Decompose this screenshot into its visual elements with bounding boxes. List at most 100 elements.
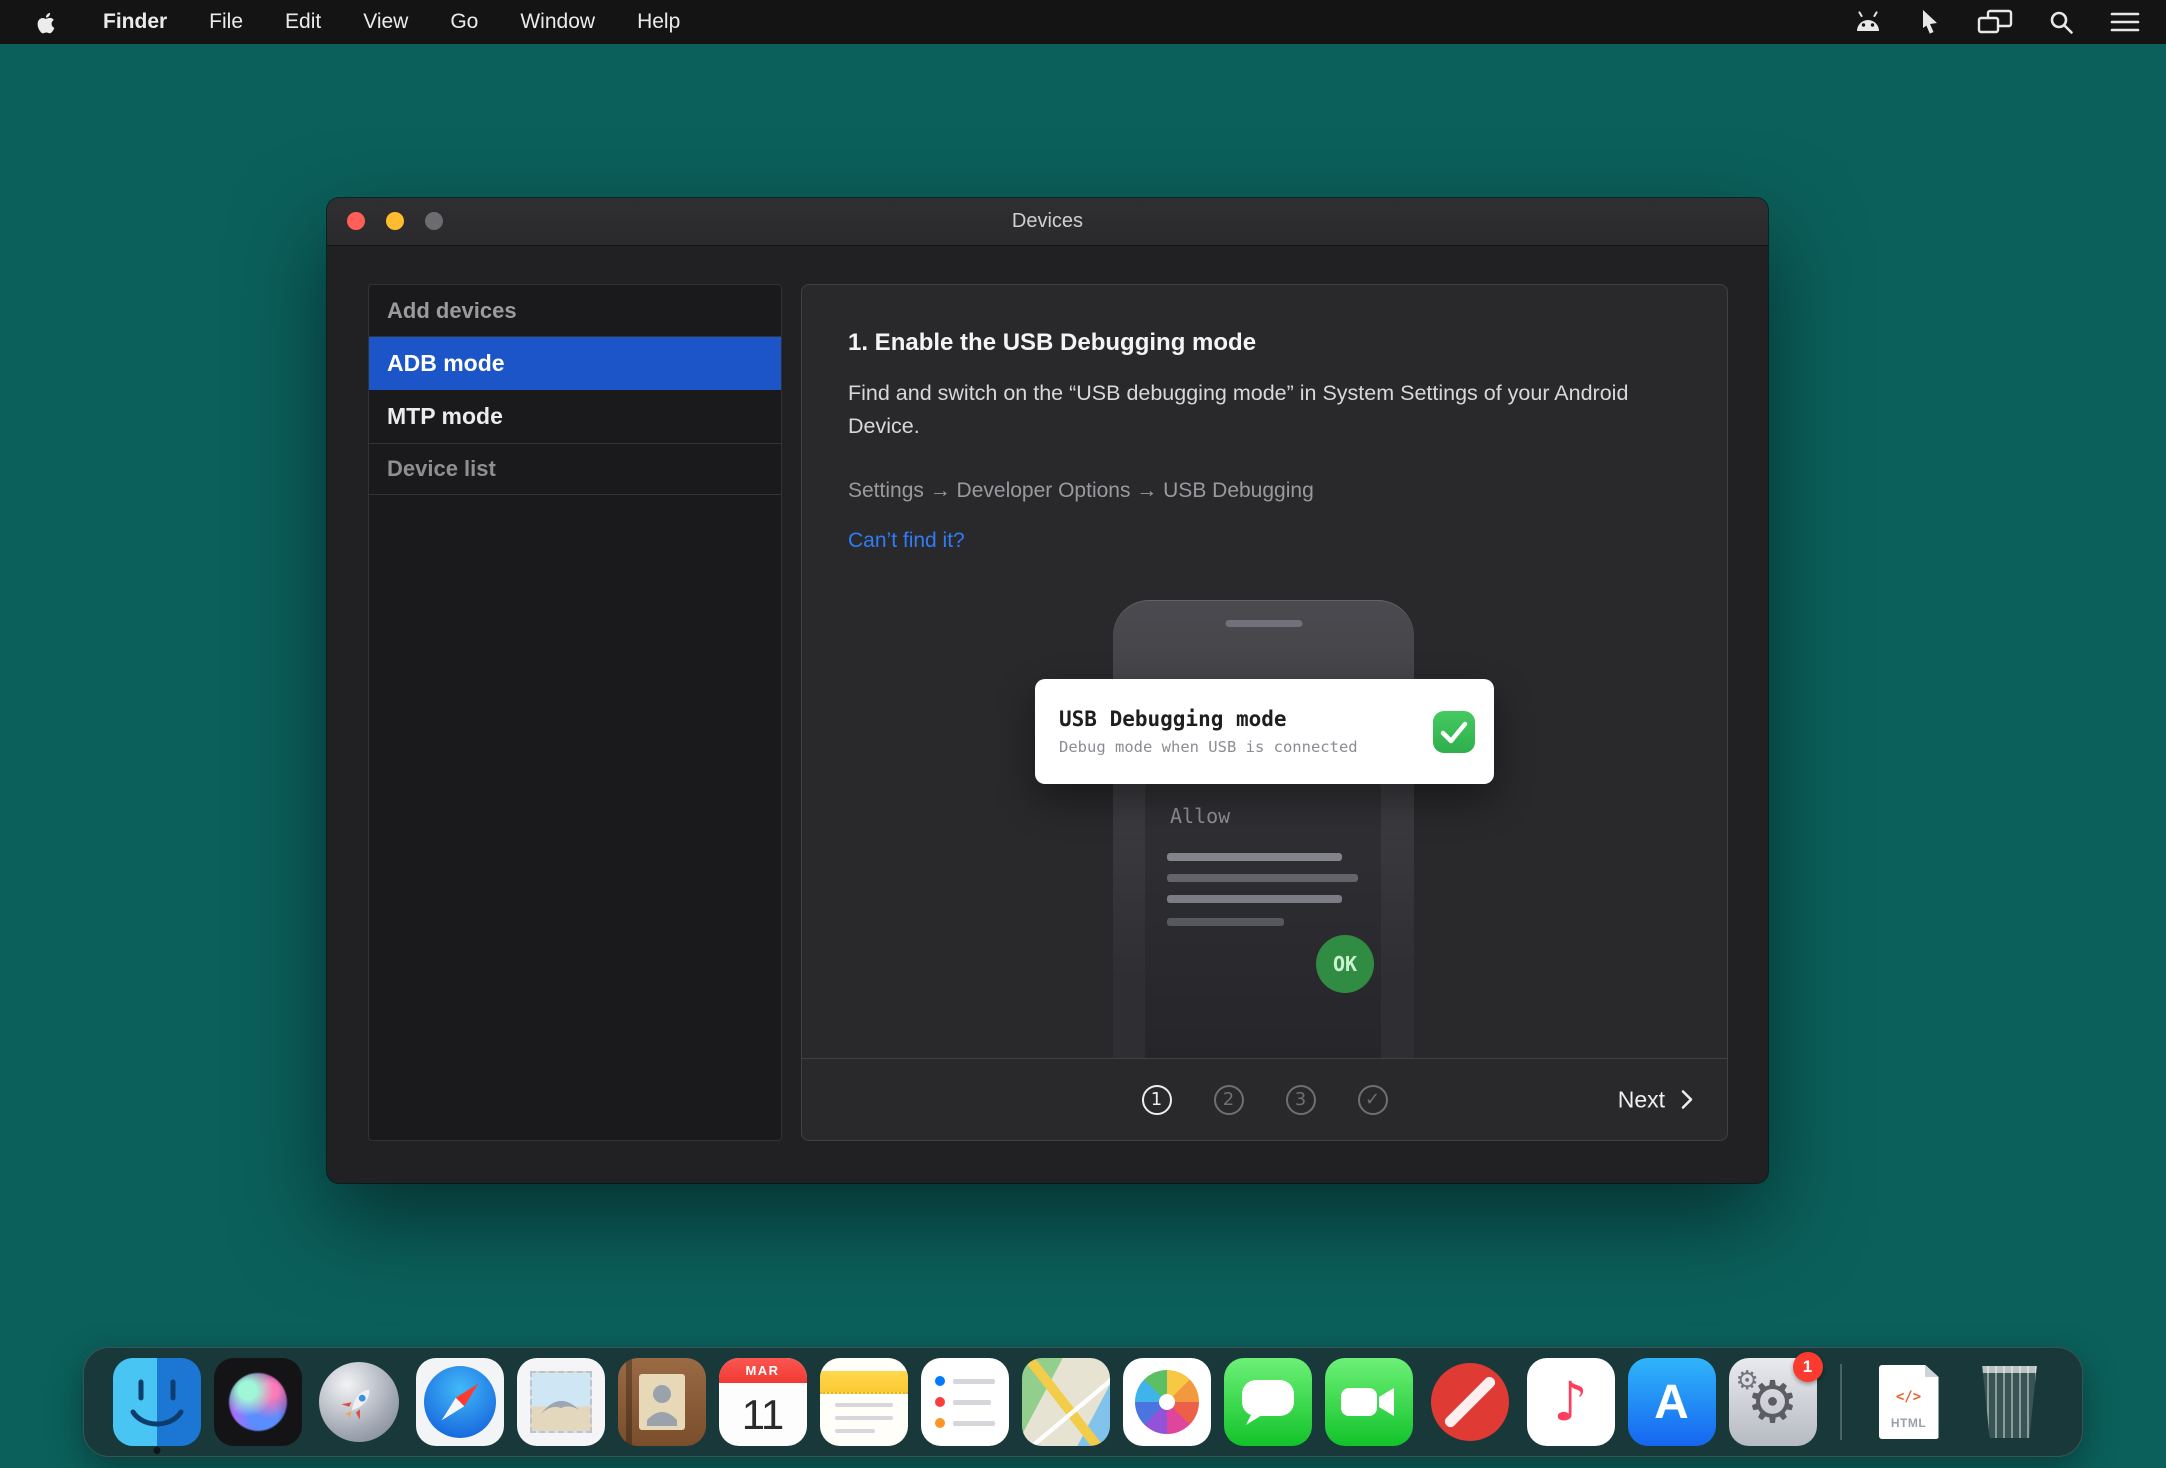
sidebar-item-mtp-mode[interactable]: MTP mode — [369, 390, 781, 444]
sidebar-item-device-list[interactable]: Device list — [369, 444, 781, 495]
android-icon[interactable] — [1853, 10, 1883, 34]
app-store-letter: A — [1654, 1375, 1689, 1430]
notification-center-icon[interactable] — [2110, 11, 2140, 33]
page-fold — [1925, 1365, 1939, 1377]
reminder-line — [953, 1400, 991, 1405]
popup-subtitle: Debug mode when USB is connected — [1059, 738, 1358, 756]
step-number: 1 — [1151, 1089, 1162, 1110]
dock-notes[interactable] — [820, 1358, 908, 1446]
dock-facetime[interactable] — [1325, 1358, 1413, 1446]
phone-illustration: Allow OK — [1113, 600, 1414, 1058]
skeleton-line — [1167, 895, 1342, 903]
notification-badge: 1 — [1793, 1352, 1823, 1382]
menu-item-file[interactable]: File — [188, 10, 264, 34]
skeleton-line — [1167, 853, 1342, 861]
running-indicator — [153, 1447, 160, 1454]
dock-reminders[interactable] — [921, 1358, 1009, 1446]
dock-launchpad[interactable] — [315, 1358, 403, 1446]
html-file-label: HTML — [1891, 1416, 1926, 1430]
window-titlebar[interactable]: Devices — [327, 198, 1768, 246]
dock-safari[interactable] — [416, 1358, 504, 1446]
step-description: Find and switch on the “USB debugging mo… — [848, 377, 1648, 443]
notes-header — [820, 1371, 908, 1394]
menu-item-edit[interactable]: Edit — [264, 10, 342, 34]
mail-icon — [517, 1358, 605, 1446]
siri-icon — [214, 1358, 302, 1446]
reminder-line — [953, 1421, 995, 1426]
checkbox-checked-icon — [1433, 711, 1475, 753]
siri-orb — [229, 1373, 287, 1431]
html-file-icon: </> HTML — [1879, 1365, 1939, 1439]
dock-messages[interactable] — [1224, 1358, 1312, 1446]
desktop: Finder File Edit View Go Window Help — [0, 0, 2166, 1468]
step-heading: 1. Enable the USB Debugging mode — [848, 329, 1256, 357]
content-area: 1. Enable the USB Debugging mode Find an… — [802, 285, 1727, 1058]
launchpad-icon — [319, 1362, 399, 1442]
dock-calendar[interactable]: MAR 11 — [719, 1358, 807, 1446]
dock-contacts[interactable] — [618, 1358, 706, 1446]
apple-menu[interactable] — [26, 11, 66, 34]
safari-compass — [424, 1366, 496, 1438]
step-indicator-1: 1 — [1142, 1085, 1172, 1115]
step-number: 2 — [1223, 1089, 1234, 1110]
reminder-dot — [935, 1418, 945, 1428]
settings-path: Settings → Developer Options → USB Debug… — [848, 479, 1314, 503]
reminder-dot — [935, 1376, 945, 1386]
gear-small-icon: ⚙ — [1736, 1368, 1759, 1394]
trash-icon — [1979, 1366, 2041, 1438]
notes-line — [835, 1403, 893, 1407]
menu-app-name[interactable]: Finder — [82, 10, 188, 34]
dock-siri[interactable] — [214, 1358, 302, 1446]
notes-line — [835, 1429, 875, 1433]
dock-maps[interactable] — [1022, 1358, 1110, 1446]
reminders-row — [935, 1397, 995, 1407]
step-indicator-done: ✓ — [1358, 1085, 1388, 1115]
dock-system-preferences[interactable]: ⚙ ⚙ 1 — [1729, 1358, 1817, 1446]
dock-mail[interactable] — [517, 1358, 605, 1446]
calendar-icon: MAR 11 — [719, 1358, 807, 1446]
menu-item-window[interactable]: Window — [499, 10, 616, 34]
dock-photos[interactable] — [1123, 1358, 1211, 1446]
dock-music[interactable]: ♪ — [1527, 1358, 1615, 1446]
cursor-icon[interactable] — [1919, 9, 1941, 35]
dock-divider — [1840, 1364, 1842, 1440]
app-store-icon: A — [1628, 1358, 1716, 1446]
notes-line — [835, 1416, 893, 1420]
dock-app-store[interactable]: A — [1628, 1358, 1716, 1446]
popup-text: USB Debugging mode Debug mode when USB i… — [1059, 707, 1358, 756]
step-indicator-3: 3 — [1286, 1085, 1316, 1115]
step-indicator-2: 2 — [1214, 1085, 1244, 1115]
main-panel: 1. Enable the USB Debugging mode Find an… — [801, 284, 1728, 1141]
menu-bar-status-area — [1853, 9, 2140, 35]
dock-html-file[interactable]: </> HTML — [1865, 1358, 1953, 1446]
display-mirroring-icon[interactable] — [1977, 9, 2013, 35]
menu-item-help[interactable]: Help — [616, 10, 701, 34]
reminders-icon — [921, 1358, 1009, 1446]
maps-icon — [1022, 1358, 1110, 1446]
spotlight-search-icon[interactable] — [2049, 10, 2074, 35]
apple-logo-icon — [36, 11, 56, 34]
step-number: 3 — [1295, 1089, 1306, 1110]
safari-icon — [416, 1358, 504, 1446]
menu-item-view[interactable]: View — [342, 10, 429, 34]
usb-debug-popup: USB Debugging mode Debug mode when USB i… — [1035, 679, 1494, 784]
next-button[interactable]: Next — [1618, 1086, 1699, 1113]
cant-find-link[interactable]: Can’t find it? — [848, 529, 965, 553]
menu-item-go[interactable]: Go — [429, 10, 499, 34]
dock-finder[interactable] — [113, 1358, 201, 1446]
reminder-line — [953, 1379, 995, 1384]
sidebar-header: Add devices — [369, 285, 781, 337]
dock-trash[interactable] — [1966, 1358, 2054, 1446]
reminders-row — [935, 1376, 995, 1386]
contacts-page — [639, 1374, 685, 1430]
messages-icon — [1224, 1358, 1312, 1446]
sidebar-item-adb-mode[interactable]: ADB mode — [369, 337, 781, 390]
music-icon: ♪ — [1527, 1358, 1615, 1446]
photos-pinwheel — [1135, 1370, 1199, 1434]
finder-icon — [113, 1358, 201, 1446]
sidebar: Add devices ADB mode MTP mode Device lis… — [368, 284, 782, 1141]
popup-title: USB Debugging mode — [1059, 707, 1358, 731]
dock-prohibited[interactable] — [1426, 1358, 1514, 1446]
allow-label: Allow — [1170, 804, 1230, 828]
skeleton-line — [1167, 874, 1358, 882]
